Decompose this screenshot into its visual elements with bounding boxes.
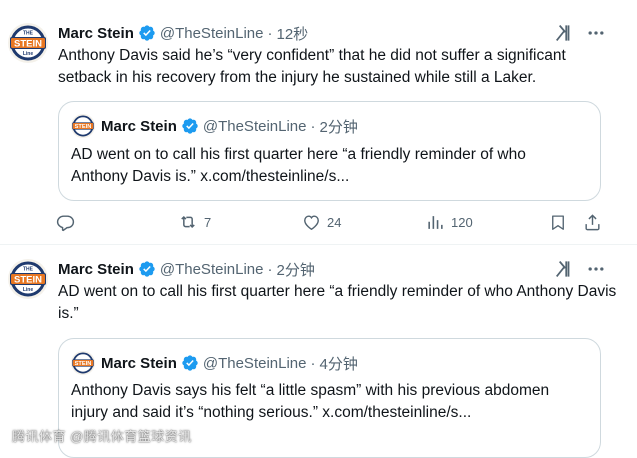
like-count: 24 bbox=[327, 214, 342, 230]
quoted-tweet[interactable]: STEIN Marc Stein @TheSteinLine · 2分钟 AD … bbox=[58, 101, 601, 201]
timestamp[interactable]: 12秒 bbox=[276, 23, 308, 44]
avatar: STEIN bbox=[71, 351, 95, 375]
bookmark-icon bbox=[549, 213, 567, 232]
verified-badge-icon bbox=[181, 354, 199, 372]
svg-text:Line: Line bbox=[23, 51, 33, 57]
quoted-tweet-header: STEIN Marc Stein @TheSteinLine · 4分钟 bbox=[71, 351, 358, 375]
svg-text:STEIN: STEIN bbox=[75, 361, 92, 367]
tweet-header: Marc Stein @TheSteinLine · 12秒 bbox=[58, 22, 308, 44]
separator: · bbox=[310, 117, 316, 135]
quoted-tweet-text: Anthony Davis says his felt “a little sp… bbox=[71, 382, 550, 421]
svg-text:STEIN: STEIN bbox=[75, 124, 92, 130]
verified-badge-icon bbox=[138, 260, 156, 278]
tweet-header: Marc Stein @TheSteinLine · 2分钟 bbox=[58, 258, 315, 280]
avatar[interactable]: THE STEIN Line bbox=[8, 23, 48, 63]
grok-icon[interactable] bbox=[555, 260, 573, 278]
quoted-tweet-header: STEIN Marc Stein @TheSteinLine · 2分钟 bbox=[71, 114, 358, 138]
svg-text:STEIN: STEIN bbox=[14, 39, 42, 50]
watermark: 腾讯体育 @腾讯体育篮球资讯 bbox=[12, 429, 192, 444]
svg-text:THE: THE bbox=[23, 31, 34, 37]
quoted-tweet-text: AD went on to call his first quarter her… bbox=[71, 146, 526, 185]
separator: · bbox=[310, 354, 316, 372]
tweet-text: AD went on to call his first quarter her… bbox=[58, 283, 617, 322]
more-icon[interactable] bbox=[586, 259, 606, 279]
quoted-author-name: Marc Stein bbox=[101, 354, 177, 372]
grok-icon[interactable] bbox=[555, 24, 573, 42]
repost-count: 7 bbox=[204, 214, 212, 230]
avatar: STEIN bbox=[71, 114, 95, 138]
like-button[interactable]: 24 bbox=[302, 207, 341, 237]
author-handle[interactable]: @TheSteinLine bbox=[160, 261, 264, 278]
separator: · bbox=[267, 260, 273, 278]
repost-button[interactable]: 7 bbox=[178, 207, 211, 237]
reply-button[interactable] bbox=[56, 207, 81, 237]
views-count: 120 bbox=[451, 214, 473, 230]
svg-text:Line: Line bbox=[23, 287, 33, 293]
author-name[interactable]: Marc Stein bbox=[58, 261, 134, 278]
stein-line-logo: THE STEIN Line bbox=[8, 259, 48, 299]
repost-icon bbox=[178, 212, 198, 232]
share-button[interactable] bbox=[583, 207, 602, 237]
author-name[interactable]: Marc Stein bbox=[58, 25, 134, 42]
tweet-text: Anthony Davis said he’s “very confident”… bbox=[58, 47, 566, 86]
author-handle[interactable]: @TheSteinLine bbox=[160, 25, 264, 42]
avatar[interactable]: THE STEIN Line bbox=[8, 259, 48, 299]
quoted-timestamp: 2分钟 bbox=[319, 118, 358, 136]
separator: · bbox=[267, 24, 273, 42]
bookmark-button[interactable] bbox=[549, 207, 567, 237]
quoted-author-name: Marc Stein bbox=[101, 117, 177, 135]
stein-line-logo: STEIN bbox=[71, 114, 95, 138]
tweet-actions: 7 24 120 bbox=[52, 207, 612, 237]
svg-text:THE: THE bbox=[23, 267, 34, 273]
quoted-author-handle: @TheSteinLine bbox=[202, 354, 307, 372]
quoted-timestamp: 4分钟 bbox=[319, 355, 358, 373]
verified-badge-icon bbox=[138, 24, 156, 42]
views-button[interactable]: 120 bbox=[426, 207, 473, 237]
timestamp[interactable]: 2分钟 bbox=[276, 259, 314, 280]
tweet[interactable]: THE STEIN Line Marc Stein @TheSteinLine … bbox=[0, 244, 637, 458]
quoted-author-handle: @TheSteinLine bbox=[202, 117, 307, 135]
stein-line-logo: THE STEIN Line bbox=[8, 23, 48, 63]
verified-badge-icon bbox=[181, 117, 199, 135]
more-icon[interactable] bbox=[586, 23, 606, 43]
share-icon bbox=[583, 213, 602, 232]
like-icon bbox=[302, 213, 321, 232]
svg-text:STEIN: STEIN bbox=[14, 275, 42, 286]
stein-line-logo: STEIN bbox=[71, 351, 95, 375]
views-icon bbox=[426, 213, 445, 232]
reply-icon bbox=[56, 213, 75, 232]
tweet[interactable]: THE STEIN Line Marc Stein @TheSteinLine … bbox=[0, 0, 637, 244]
